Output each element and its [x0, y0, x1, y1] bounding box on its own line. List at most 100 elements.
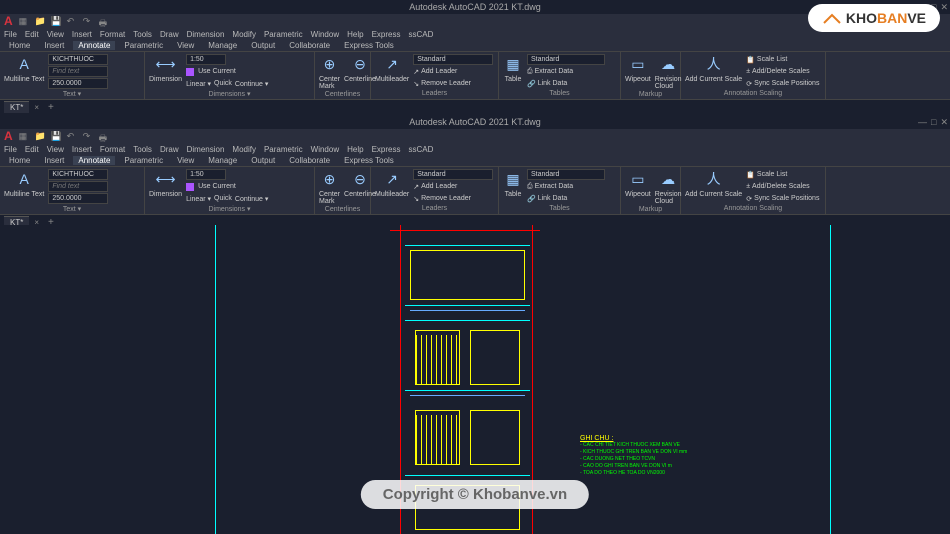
menu-window[interactable]: Window	[311, 30, 339, 39]
tab-annotate[interactable]: Annotate	[73, 156, 115, 165]
table-style-dropdown[interactable]: Standard	[527, 54, 605, 65]
remove-leader-button[interactable]: ↘ Remove Leader	[413, 78, 493, 89]
tab-manage[interactable]: Manage	[203, 156, 242, 165]
center-mark-button[interactable]: ⊕Center Mark	[319, 54, 340, 90]
text-style-dropdown[interactable]: KICHTHUOC	[48, 54, 108, 65]
redo-icon[interactable]: ↷	[83, 131, 93, 141]
remove-leader-button[interactable]: ↘ Remove Leader	[413, 193, 493, 204]
menu-help[interactable]: Help	[347, 30, 363, 39]
tab-new-icon[interactable]: +	[44, 102, 58, 113]
menu-dimension[interactable]: Dimension	[187, 145, 225, 154]
tab-parametric[interactable]: Parametric	[119, 41, 168, 50]
menu-insert[interactable]: Insert	[72, 30, 92, 39]
tab-annotate[interactable]: Annotate	[73, 41, 115, 50]
find-text-input[interactable]: Find text	[48, 66, 108, 77]
text-height-dropdown[interactable]: 250.0000	[48, 78, 108, 89]
tab-collaborate[interactable]: Collaborate	[284, 156, 335, 165]
autocad-logo-icon[interactable]: A	[4, 14, 13, 28]
menu-edit[interactable]: Edit	[25, 145, 39, 154]
close-icon[interactable]: ✕	[940, 2, 948, 13]
menu-window[interactable]: Window	[311, 145, 339, 154]
menu-parametric[interactable]: Parametric	[264, 145, 303, 154]
text-style-dropdown[interactable]: KICHTHUOC	[48, 169, 108, 180]
menu-modify[interactable]: Modify	[232, 30, 256, 39]
menu-draw[interactable]: Draw	[160, 145, 179, 154]
open-icon[interactable]: 📁	[35, 131, 45, 141]
tab-expresstools[interactable]: Express Tools	[339, 156, 399, 165]
add-leader-button[interactable]: ↗ Add Leader	[413, 181, 493, 192]
link-data-button[interactable]: 🔗 Link Data	[527, 78, 605, 89]
tab-close-icon[interactable]: ×	[31, 103, 42, 112]
tab-collaborate[interactable]: Collaborate	[284, 41, 335, 50]
menu-view[interactable]: View	[47, 30, 64, 39]
extract-data-button[interactable]: ⎙ Extract Data	[527, 181, 605, 192]
menu-modify[interactable]: Modify	[232, 145, 256, 154]
scale-dropdown[interactable]: 1:50	[186, 169, 226, 180]
add-delete-scales-button[interactable]: ± Add/Delete Scales	[746, 66, 819, 77]
redo-icon[interactable]: ↷	[83, 16, 93, 26]
save-icon[interactable]: 💾	[51, 131, 61, 141]
add-scale-button[interactable]: 人Add Current Scale	[685, 169, 742, 198]
menu-file[interactable]: File	[4, 30, 17, 39]
tab-home[interactable]: Home	[4, 41, 35, 50]
tab-expresstools[interactable]: Express Tools	[339, 41, 399, 50]
scale-list-button[interactable]: 📋 Scale List	[746, 169, 819, 180]
use-current-button[interactable]: Use Current	[186, 181, 268, 192]
menu-sscad[interactable]: ssCAD	[408, 145, 433, 154]
menu-dimension[interactable]: Dimension	[187, 30, 225, 39]
minimize-icon[interactable]: —	[918, 117, 927, 128]
revision-cloud-button[interactable]: ☁Revision Cloud	[655, 169, 682, 205]
autocad-logo-icon[interactable]: A	[4, 129, 13, 143]
text-height-dropdown[interactable]: 250.0000	[48, 193, 108, 204]
add-scale-button[interactable]: 人Add Current Scale	[685, 54, 742, 83]
restore-icon[interactable]: □	[931, 117, 936, 128]
table-style-dropdown[interactable]: Standard	[527, 169, 605, 180]
print-icon[interactable]: 🖶	[99, 131, 109, 141]
tab-insert[interactable]: Insert	[39, 41, 69, 50]
sync-scale-button[interactable]: ⟳ Sync Scale Positions	[746, 78, 819, 89]
menu-draw[interactable]: Draw	[160, 30, 179, 39]
linear-button[interactable]: Linear ▾	[186, 193, 211, 204]
menu-format[interactable]: Format	[100, 30, 125, 39]
scale-dropdown[interactable]: 1:50	[186, 54, 226, 65]
panel-title-dim[interactable]: Dimensions ▾	[149, 89, 310, 98]
add-leader-button[interactable]: ↗ Add Leader	[413, 66, 493, 77]
menu-tools[interactable]: Tools	[133, 30, 152, 39]
center-mark-button[interactable]: ⊕Center Mark	[319, 169, 340, 205]
menu-express[interactable]: Express	[372, 145, 401, 154]
print-icon[interactable]: 🖶	[99, 16, 109, 26]
panel-title-text[interactable]: Text ▾	[4, 89, 140, 98]
close-icon[interactable]: ✕	[940, 117, 948, 128]
sync-scale-button[interactable]: ⟳ Sync Scale Positions	[746, 193, 819, 204]
revision-cloud-button[interactable]: ☁Revision Cloud	[655, 54, 682, 90]
menu-parametric[interactable]: Parametric	[264, 30, 303, 39]
tab-view[interactable]: View	[172, 156, 199, 165]
multiline-text-button[interactable]: AMultiline Text	[4, 169, 44, 198]
leader-style-dropdown[interactable]: Standard	[413, 169, 493, 180]
dimension-button[interactable]: ⟷Dimension	[149, 169, 182, 198]
menu-insert[interactable]: Insert	[72, 145, 92, 154]
add-delete-scales-button[interactable]: ± Add/Delete Scales	[746, 181, 819, 192]
menu-help[interactable]: Help	[347, 145, 363, 154]
save-icon[interactable]: 💾	[51, 16, 61, 26]
menu-edit[interactable]: Edit	[25, 30, 39, 39]
link-data-button[interactable]: 🔗 Link Data	[527, 193, 605, 204]
dimension-button[interactable]: ⟷ Dimension	[149, 54, 182, 83]
menu-file[interactable]: File	[4, 145, 17, 154]
tab-parametric[interactable]: Parametric	[119, 156, 168, 165]
quick-button[interactable]: Quick	[214, 78, 232, 89]
tab-output[interactable]: Output	[246, 156, 280, 165]
new-icon[interactable]: ▦	[19, 131, 29, 141]
document-tab-kt[interactable]: KT*	[4, 101, 29, 113]
tab-insert[interactable]: Insert	[39, 156, 69, 165]
undo-icon[interactable]: ↶	[67, 16, 77, 26]
wipeout-button[interactable]: ▭Wipeout	[625, 169, 651, 198]
tab-home[interactable]: Home	[4, 156, 35, 165]
continue-button[interactable]: Continue ▾	[235, 193, 268, 204]
tab-manage[interactable]: Manage	[203, 41, 242, 50]
scale-list-button[interactable]: 📋 Scale List	[746, 54, 819, 65]
tab-output[interactable]: Output	[246, 41, 280, 50]
menu-express[interactable]: Express	[372, 30, 401, 39]
find-text-input[interactable]: Find text	[48, 181, 108, 192]
leader-style-dropdown[interactable]: Standard	[413, 54, 493, 65]
